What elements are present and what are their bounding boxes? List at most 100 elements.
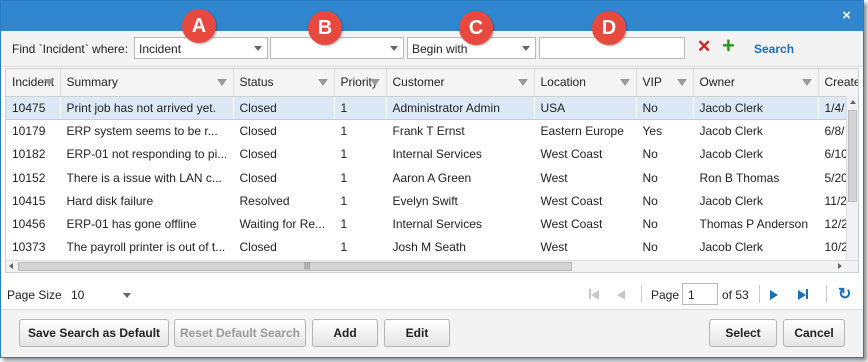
- chevron-down-icon: [390, 46, 398, 51]
- select-button[interactable]: Select: [709, 319, 777, 347]
- column-header[interactable]: Customer: [386, 69, 535, 97]
- table-cell: Evelyn Swift: [392, 193, 458, 208]
- callout-b: B: [308, 11, 342, 45]
- dialog-titlebar: ×: [1, 1, 863, 31]
- table-cell: 1: [340, 217, 348, 232]
- callout-a: A: [182, 9, 216, 43]
- table-cell: Frank T Ernst: [392, 124, 465, 139]
- table-cell: 10152: [12, 170, 46, 185]
- previous-page-icon: [617, 289, 625, 303]
- column-header[interactable]: Incident: [6, 69, 61, 97]
- save-search-default-button[interactable]: Save Search as Default: [19, 319, 169, 347]
- table-row[interactable]: 10456 ERP-01 has gone offline Waiting for …: [6, 212, 858, 235]
- add-button[interactable]: Add: [312, 319, 378, 347]
- filter-icon[interactable]: [43, 79, 54, 86]
- table-cell: West Coast: [540, 193, 603, 208]
- table-row[interactable]: 10179 ERP system seems to be r... Closed 1 F…: [6, 119, 858, 142]
- column-header[interactable]: VIP: [636, 69, 694, 97]
- table-row[interactable]: 10152 There is a issue with LAN c... Close…: [6, 166, 858, 189]
- table-cell: 1: [340, 240, 348, 255]
- page-number-input[interactable]: 1: [682, 283, 718, 305]
- table-cell: Eastern Europe: [540, 124, 624, 139]
- table-cell: Jacob Clerk: [693, 95, 818, 120]
- table-cell: Resolved: [239, 193, 290, 208]
- cancel-button[interactable]: Cancel: [783, 319, 845, 347]
- table-cell: No: [642, 147, 658, 162]
- chevron-down-icon: [254, 46, 262, 51]
- table-cell: 1: [340, 124, 348, 139]
- close-icon[interactable]: ×: [842, 8, 851, 23]
- filter-icon[interactable]: [517, 79, 528, 86]
- column-header[interactable]: Priority: [334, 69, 387, 97]
- search-button[interactable]: Search: [754, 42, 794, 56]
- first-page-icon: [589, 289, 599, 300]
- pager: Page Size 10 Page 1 of 53 ↻: [1, 278, 863, 308]
- column-header[interactable]: Location: [534, 69, 637, 97]
- table-cell: Yes: [642, 124, 663, 139]
- column-header[interactable]: Created: [818, 69, 858, 97]
- chevron-down-icon: [522, 46, 530, 51]
- find-incident-dialog: × Find `Incident` where: Incident Begin …: [0, 0, 864, 358]
- table-cell: West: [540, 170, 568, 185]
- header-row: Incident Summary Status Priority Custome…: [6, 69, 858, 97]
- filter-icon[interactable]: [216, 79, 227, 86]
- last-page-icon[interactable]: [798, 289, 808, 303]
- table-row[interactable]: 10415 Hard disk failure Resolved 1 Evelyn Sw…: [6, 189, 858, 212]
- next-page-icon[interactable]: [770, 289, 778, 303]
- table-cell: Josh M Seath: [392, 240, 466, 255]
- table-cell: 1: [340, 170, 348, 185]
- table-cell: Thomas P Anderson: [699, 217, 809, 232]
- page-label: Page: [651, 288, 680, 302]
- scroll-right-icon[interactable]: [838, 263, 842, 269]
- table-cell: Aaron A Green: [392, 170, 472, 185]
- table-cell: No: [636, 95, 693, 120]
- table-cell: ERP system seems to be r...: [66, 124, 218, 139]
- table-cell: ERP-01 has gone offline: [66, 217, 197, 232]
- column-header[interactable]: Summary: [60, 69, 234, 97]
- table-cell: No: [642, 240, 658, 255]
- table-row[interactable]: 10373 The payroll printer is out of t... C…: [6, 236, 858, 259]
- page-size-select[interactable]: 10: [71, 288, 84, 302]
- vertical-scrollbar[interactable]: [846, 96, 858, 262]
- chevron-down-icon[interactable]: [123, 293, 131, 298]
- table-cell: 10415: [12, 193, 46, 208]
- clear-icon[interactable]: ✕: [697, 38, 711, 55]
- filter-icon[interactable]: [801, 79, 812, 86]
- table-cell: Jacob Clerk: [699, 124, 763, 139]
- condition-select-value: Begin with: [412, 42, 468, 56]
- filter-icon[interactable]: [369, 79, 380, 86]
- table-cell: 10475: [6, 95, 60, 120]
- table-cell: No: [642, 217, 658, 232]
- table-cell: Internal Services: [392, 147, 482, 162]
- operator-select[interactable]: [270, 37, 404, 59]
- refresh-icon[interactable]: ↻: [838, 284, 851, 304]
- divider: [641, 285, 642, 303]
- page-size-label: Page Size: [7, 288, 62, 302]
- scroll-up-icon[interactable]: [850, 100, 856, 104]
- table-cell: Jacob Clerk: [699, 240, 763, 255]
- add-criteria-icon[interactable]: +: [722, 35, 735, 57]
- filter-icon[interactable]: [317, 79, 328, 86]
- table-cell: ERP-01 not responding to pi...: [66, 147, 228, 162]
- table-cell: 1: [334, 95, 386, 120]
- table-cell: Administrator Admin: [386, 95, 534, 120]
- divider: [826, 285, 827, 303]
- edit-button[interactable]: Edit: [384, 319, 450, 347]
- column-header[interactable]: Status: [233, 69, 335, 97]
- filter-icon[interactable]: [619, 79, 630, 86]
- column-header[interactable]: Owner: [693, 69, 819, 97]
- filter-icon[interactable]: [676, 79, 687, 86]
- table-row[interactable]: 10475 Print job has not arrived yet. Close…: [6, 95, 858, 120]
- scroll-thumb[interactable]: |||: [18, 261, 572, 271]
- table-cell: 10182: [12, 147, 46, 162]
- horizontal-scrollbar[interactable]: |||: [6, 260, 858, 272]
- scroll-thumb[interactable]: [848, 110, 857, 202]
- table-cell: West Coast: [540, 217, 603, 232]
- reset-default-search-button[interactable]: Reset Default Search: [174, 319, 306, 347]
- table-cell: Jacob Clerk: [699, 193, 763, 208]
- scroll-left-icon[interactable]: [9, 263, 13, 269]
- table-cell: 10373: [12, 240, 46, 255]
- table-cell: The payroll printer is out of t...: [66, 240, 226, 255]
- table-cell: Print job has not arrived yet.: [60, 95, 233, 120]
- table-row[interactable]: 10182 ERP-01 not responding to pi... Close…: [6, 143, 858, 166]
